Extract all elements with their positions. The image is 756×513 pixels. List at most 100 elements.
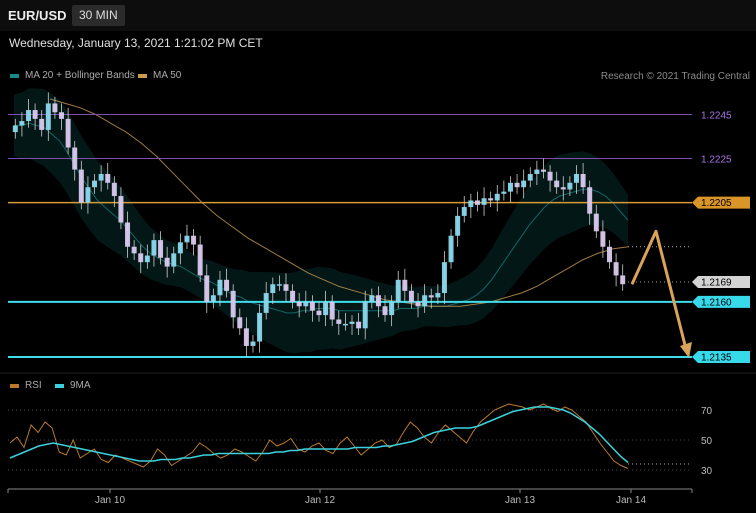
candle-body: [270, 284, 276, 294]
candle-body: [415, 301, 421, 307]
candle-body: [151, 240, 157, 256]
candle-body: [144, 255, 150, 263]
candle-body: [309, 301, 315, 311]
candle-body: [131, 246, 137, 254]
candle-body: [32, 110, 38, 119]
rsi-tick-label: 50: [701, 436, 713, 447]
candle-body: [59, 112, 65, 119]
candle-body: [85, 187, 91, 203]
candle-body: [554, 180, 560, 188]
candle-body: [514, 182, 520, 188]
candle-body: [158, 240, 164, 258]
rsi-9ma-line: [9, 406, 629, 464]
candle-body: [606, 246, 612, 263]
x-tick-label: Jan 12: [305, 495, 335, 506]
candle-body: [217, 279, 223, 296]
candle-body: [336, 319, 342, 324]
candle-body: [323, 301, 329, 316]
candle-body: [494, 193, 500, 201]
candle-body: [177, 242, 183, 254]
candle-body: [521, 180, 527, 188]
candle-body: [448, 235, 454, 263]
candle-body: [92, 180, 98, 188]
candle-body: [567, 182, 573, 190]
candle-body: [283, 284, 289, 291]
candle-body: [263, 293, 269, 313]
candle-body: [72, 147, 78, 170]
candle-body: [402, 279, 408, 291]
candle-body: [303, 301, 309, 307]
candle-body: [12, 125, 18, 133]
candle-body: [118, 196, 124, 223]
candle-body: [435, 293, 441, 298]
x-tick-label: Jan 14: [616, 495, 646, 506]
candle-body: [65, 118, 71, 148]
candle-body: [78, 169, 84, 203]
candle-body: [296, 301, 302, 307]
candle-body: [540, 169, 546, 172]
candle-body: [395, 279, 401, 302]
candle-body: [369, 295, 375, 302]
level-label: 1.2225: [701, 155, 732, 166]
candle-body: [164, 257, 170, 267]
candle-body: [408, 290, 414, 302]
candle-body: [210, 295, 216, 302]
candle-body: [356, 321, 362, 329]
candle-body: [184, 235, 190, 243]
level-label: 1.2205: [701, 198, 732, 209]
candle-body: [316, 310, 322, 316]
candle-body: [468, 200, 474, 208]
candle-body: [573, 173, 579, 183]
candle-body: [171, 253, 177, 267]
candle-body: [547, 171, 553, 181]
candle-body: [501, 191, 507, 194]
rsi-tick-label: 70: [701, 406, 713, 417]
candle-body: [428, 295, 434, 298]
candle-body: [191, 235, 197, 245]
x-tick-label: Jan 10: [95, 495, 125, 506]
x-tick-label: Jan 13: [505, 495, 535, 506]
candle-body: [600, 231, 606, 247]
candle-body: [204, 275, 210, 302]
candle-body: [389, 301, 395, 316]
candle-body: [39, 118, 45, 130]
candle-body: [250, 341, 256, 346]
level-label: 1.2160: [701, 297, 732, 308]
candle-body: [290, 290, 296, 302]
candle-body: [52, 103, 58, 113]
candle-body: [422, 295, 428, 307]
price-chart[interactable]: 1.2245 1.2225 1.2205 1.2169 1.2160 1.2135 70 50…: [0, 0, 756, 513]
candle-body: [26, 110, 32, 122]
candle-body: [488, 198, 494, 201]
candle-body: [507, 182, 513, 192]
candle-body: [613, 262, 619, 276]
candle-body: [481, 198, 487, 205]
candle-body: [276, 284, 282, 286]
candle-body: [257, 312, 263, 342]
candle-body: [441, 262, 447, 294]
candle-body: [237, 317, 243, 329]
candle-body: [362, 301, 368, 329]
candle-body: [111, 182, 117, 197]
candle-body: [375, 295, 381, 307]
candle-body: [138, 253, 144, 263]
candle-body: [197, 244, 203, 276]
candle-body: [620, 275, 626, 285]
candle-body: [527, 173, 533, 181]
level-label: 1.2169: [701, 278, 732, 289]
candle-body: [98, 173, 104, 181]
candle-body: [224, 279, 230, 291]
candle-body: [105, 173, 111, 183]
candle-body: [382, 306, 388, 316]
candle-body: [342, 323, 348, 326]
candle-body: [560, 187, 566, 190]
candle-body: [45, 103, 51, 130]
candle-body: [474, 200, 480, 205]
candle-body: [125, 222, 131, 247]
candle-body: [587, 187, 593, 214]
candle-body: [461, 207, 467, 216]
candle-body: [19, 121, 25, 126]
level-label: 1.2135: [701, 352, 732, 363]
candle-body: [329, 301, 335, 320]
rsi-line: [9, 403, 629, 469]
